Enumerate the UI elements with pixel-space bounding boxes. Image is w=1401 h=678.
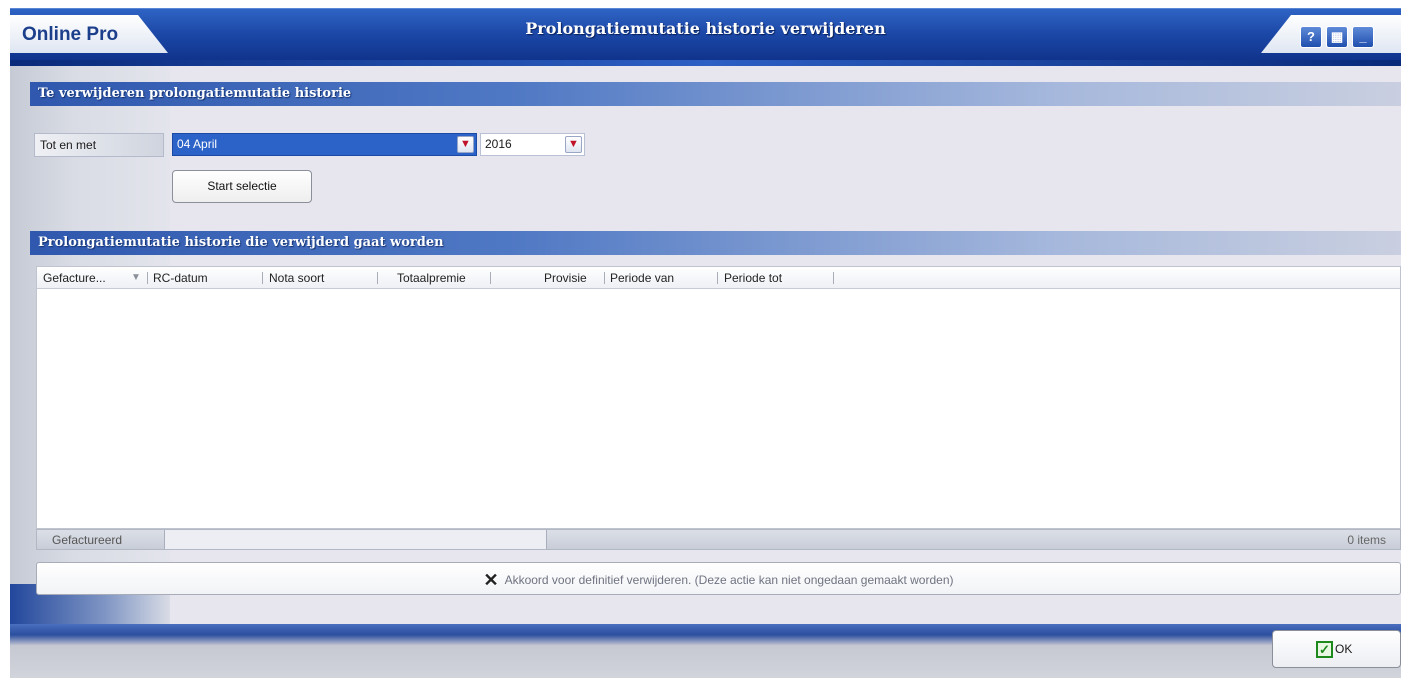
column-header-totaalpremie[interactable]: Totaalpremie	[397, 271, 466, 285]
item-count: 0 items	[1347, 533, 1386, 547]
column-separator[interactable]	[717, 272, 718, 284]
date-label: Tot en met	[34, 133, 164, 157]
status-field	[165, 530, 547, 549]
grid-header: Gefacture... ▼ RC-datum Nota soort Totaa…	[37, 267, 1400, 289]
close-icon: ✕	[483, 570, 499, 590]
confirm-delete-button[interactable]: ✕ Akkoord voor definitief verwijderen. (D…	[36, 562, 1401, 595]
title-bar: Online Pro Prolongatiemutatie historie v…	[10, 8, 1401, 66]
column-separator[interactable]	[490, 272, 491, 284]
start-selection-button[interactable]: Start selectie	[172, 170, 312, 203]
section-header-selection: Te verwijderen prolongatiemutatie histor…	[30, 82, 1401, 106]
chevron-down-icon[interactable]: ▼	[565, 136, 582, 153]
print-icon[interactable]: ▦	[1326, 26, 1348, 48]
year-select[interactable]: 2016 ▼	[480, 133, 585, 156]
column-separator[interactable]	[833, 272, 834, 284]
sort-down-icon[interactable]: ▼	[131, 272, 141, 283]
ok-button[interactable]: ✓ OK	[1272, 630, 1401, 668]
confirm-delete-content: ✕ Akkoord voor definitief verwijderen. (D…	[37, 570, 1400, 591]
column-header-gefactureerd[interactable]: Gefacture...	[43, 271, 106, 285]
column-header-nota-soort[interactable]: Nota soort	[269, 271, 324, 285]
column-separator[interactable]	[262, 272, 263, 284]
column-header-rc-datum[interactable]: RC-datum	[153, 271, 208, 285]
month-select-value: 04 April	[177, 137, 218, 151]
window-title: Prolongatiemutatie historie verwijderen	[525, 19, 886, 38]
year-select-value: 2016	[485, 137, 512, 151]
chevron-down-icon[interactable]: ▼	[457, 136, 474, 153]
footer-bar	[10, 624, 1401, 678]
section-header-results: Prolongatiemutatie historie die verwijde…	[30, 231, 1401, 255]
help-icon[interactable]: ?	[1300, 26, 1322, 48]
column-separator[interactable]	[147, 272, 148, 284]
grid-status-bar: Gefactureerd 0 items	[36, 529, 1401, 550]
checkmark-icon: ✓	[1316, 641, 1333, 658]
ok-button-label: OK	[1335, 642, 1353, 656]
group-by-label[interactable]: Gefactureerd	[37, 530, 165, 549]
month-select[interactable]: 04 April ▼	[172, 133, 477, 156]
column-header-provisie[interactable]: Provisie	[544, 271, 587, 285]
results-grid[interactable]: Gefacture... ▼ RC-datum Nota soort Totaa…	[36, 266, 1401, 529]
column-separator[interactable]	[604, 272, 605, 284]
confirm-delete-label: Akkoord voor definitief verwijderen. (De…	[504, 573, 954, 587]
minimize-icon[interactable]: _	[1352, 26, 1374, 48]
column-header-periode-van[interactable]: Periode van	[610, 271, 674, 285]
column-separator[interactable]	[377, 272, 378, 284]
column-header-periode-tot[interactable]: Periode tot	[724, 271, 782, 285]
